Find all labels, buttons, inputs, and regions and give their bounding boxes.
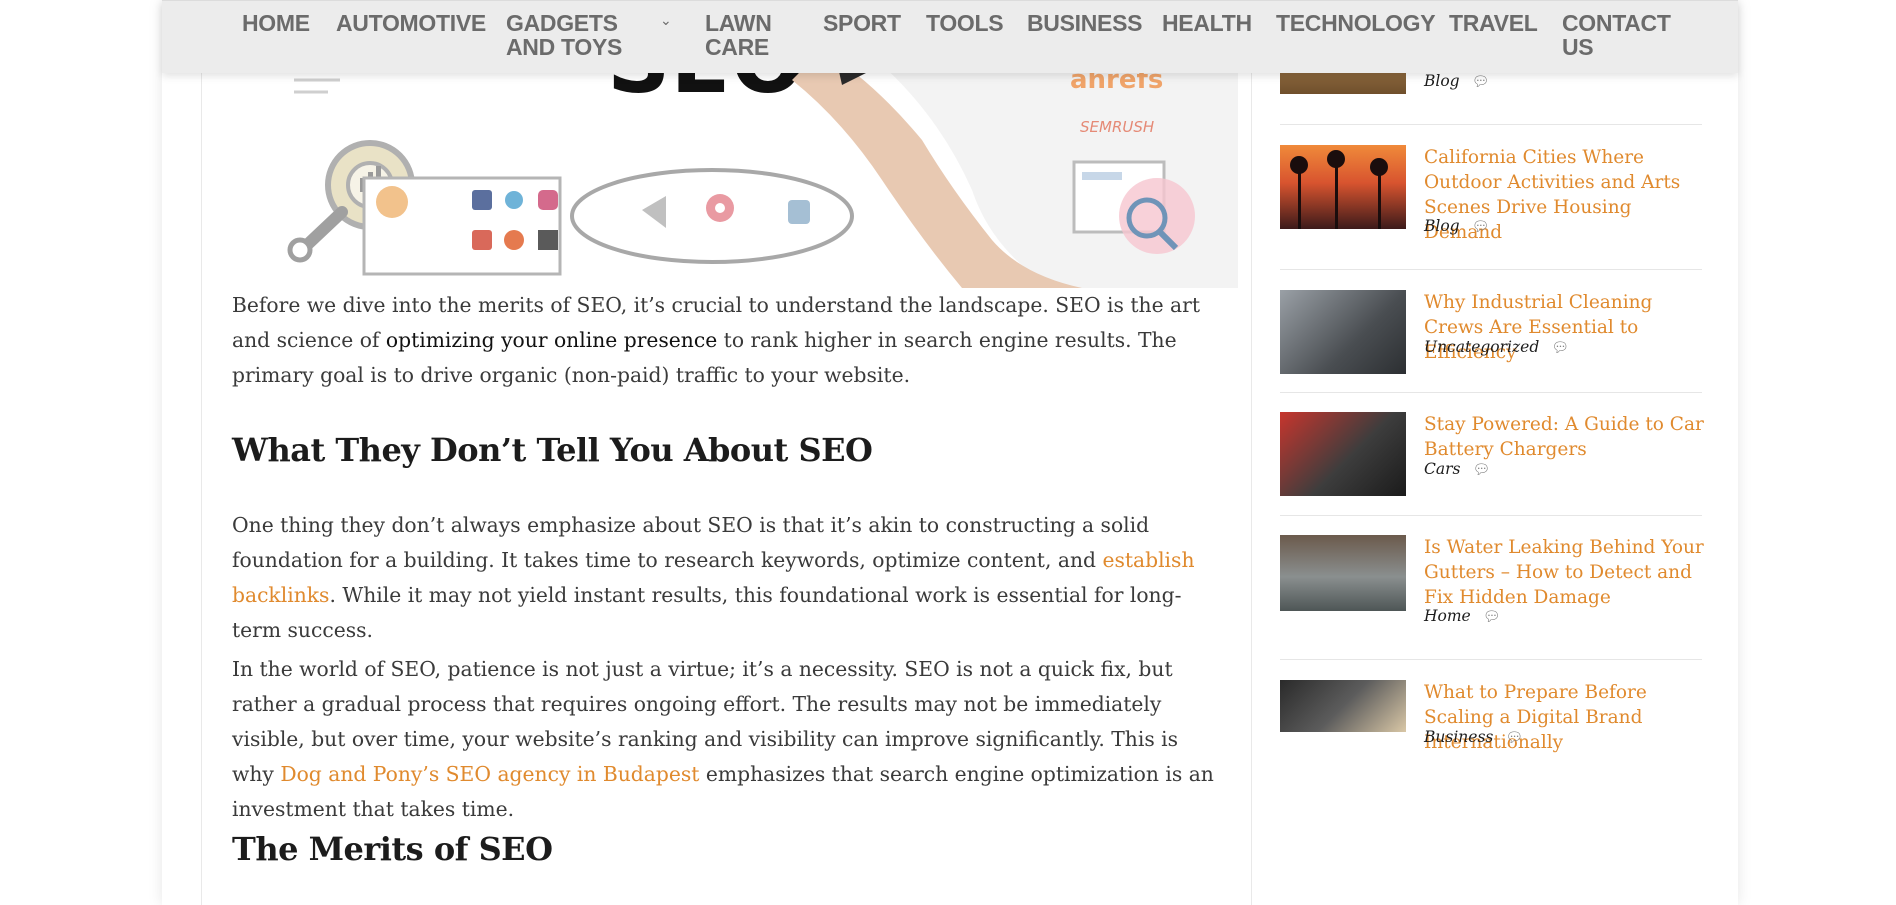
sidebar-post-2: Why Industrial Cleaning Crews Are Essent… xyxy=(1280,290,1702,380)
sidebar-post-4: Is Water Leaking Behind Your Gutters – H… xyxy=(1280,535,1704,635)
sidebar-divider xyxy=(1280,515,1702,516)
post-category: Blog 💬︎ xyxy=(1424,217,1490,235)
post-category: Cars 💬︎ xyxy=(1424,460,1491,478)
comment-icon[interactable]: 💬︎ xyxy=(1505,730,1523,746)
nav-item-gadgets-and-toys[interactable]: GADGETS AND TOYS xyxy=(506,11,626,59)
nav-item-home[interactable]: HOME xyxy=(242,11,310,35)
article-paragraph-1: Before we dive into the merits of SEO, i… xyxy=(232,293,1200,387)
post-title-link[interactable]: Stay Powered: A Guide to Car Battery Cha… xyxy=(1424,412,1704,462)
palm-trees-image xyxy=(1290,150,1388,229)
nav-item-business[interactable]: BUSINESS xyxy=(1027,11,1142,35)
sidebar-divider xyxy=(1280,392,1702,393)
nav-item-lawn-care[interactable]: LAWN CARE xyxy=(705,11,785,59)
article-paragraph-3: In the world of SEO, patience is not jus… xyxy=(232,657,1214,821)
section-heading-merits-of-seo: The Merits of SEO xyxy=(232,830,553,868)
section-heading-what-they-dont-tell: What They Don’t Tell You About SEO xyxy=(232,431,873,469)
nav-item-contact-us[interactable]: CONTACT US xyxy=(1562,11,1672,59)
seo-illustration: SEO ahrefs SEMRUSH xyxy=(232,40,1238,288)
article-hero-image: SEO ahrefs SEMRUSH xyxy=(232,40,1238,288)
sidebar-divider xyxy=(1280,659,1702,660)
sidebar-post-3: Stay Powered: A Guide to Car Battery Cha… xyxy=(1280,412,1704,502)
main-navigation: HOME AUTOMOTIVE GADGETS AND TOYS ⌄ LAWN … xyxy=(162,0,1738,73)
post-category: Business 💬︎ xyxy=(1424,728,1524,746)
chevron-down-icon[interactable]: ⌄ xyxy=(660,13,672,29)
sidebar-divider xyxy=(1280,124,1702,125)
nav-item-automotive[interactable]: AUTOMOTIVE xyxy=(336,11,486,35)
comment-icon[interactable]: 💬︎ xyxy=(1483,609,1501,625)
post-category: Blog 💬︎ xyxy=(1424,72,1490,90)
nav-item-sport[interactable]: SPORT xyxy=(823,11,901,35)
comment-icon[interactable]: 💬︎ xyxy=(1551,340,1569,356)
comment-icon[interactable]: 💬︎ xyxy=(1472,219,1490,235)
link-optimizing-online-presence[interactable]: optimizing your online presence xyxy=(386,328,717,352)
post-thumbnail[interactable] xyxy=(1280,535,1406,611)
post-thumbnail[interactable] xyxy=(1280,145,1406,229)
nav-item-tools[interactable]: TOOLS xyxy=(926,11,1004,35)
sidebar-post-1: California Cities Where Outdoor Activiti… xyxy=(1280,145,1702,243)
link-dog-and-pony-seo-agency[interactable]: Dog and Pony’s SEO agency in Budapest xyxy=(280,762,699,786)
nav-item-travel[interactable]: TRAVEL xyxy=(1449,11,1538,35)
social-media-icons xyxy=(362,176,562,276)
semrush-logo-text: SEMRUSH xyxy=(1080,118,1154,136)
post-thumbnail[interactable] xyxy=(1280,290,1406,374)
nav-item-health[interactable]: HEALTH xyxy=(1162,11,1252,35)
post-category: Home 💬︎ xyxy=(1424,607,1501,625)
post-thumbnail[interactable] xyxy=(1280,680,1406,732)
post-title-link[interactable]: Is Water Leaking Behind Your Gutters – H… xyxy=(1424,535,1704,610)
sidebar-divider xyxy=(1280,269,1702,270)
comment-icon[interactable]: 💬︎ xyxy=(1472,462,1490,478)
post-thumbnail[interactable] xyxy=(1280,412,1406,496)
nav-item-technology[interactable]: TECHNOLOGY xyxy=(1276,11,1436,35)
comment-icon[interactable]: 💬︎ xyxy=(1472,74,1490,90)
article-paragraph-2: One thing they don’t always emphasize ab… xyxy=(232,513,1195,642)
post-category: Uncategorized 💬︎ xyxy=(1424,338,1570,356)
sidebar-post-5: What to Prepare Before Scaling a Digital… xyxy=(1280,680,1702,760)
